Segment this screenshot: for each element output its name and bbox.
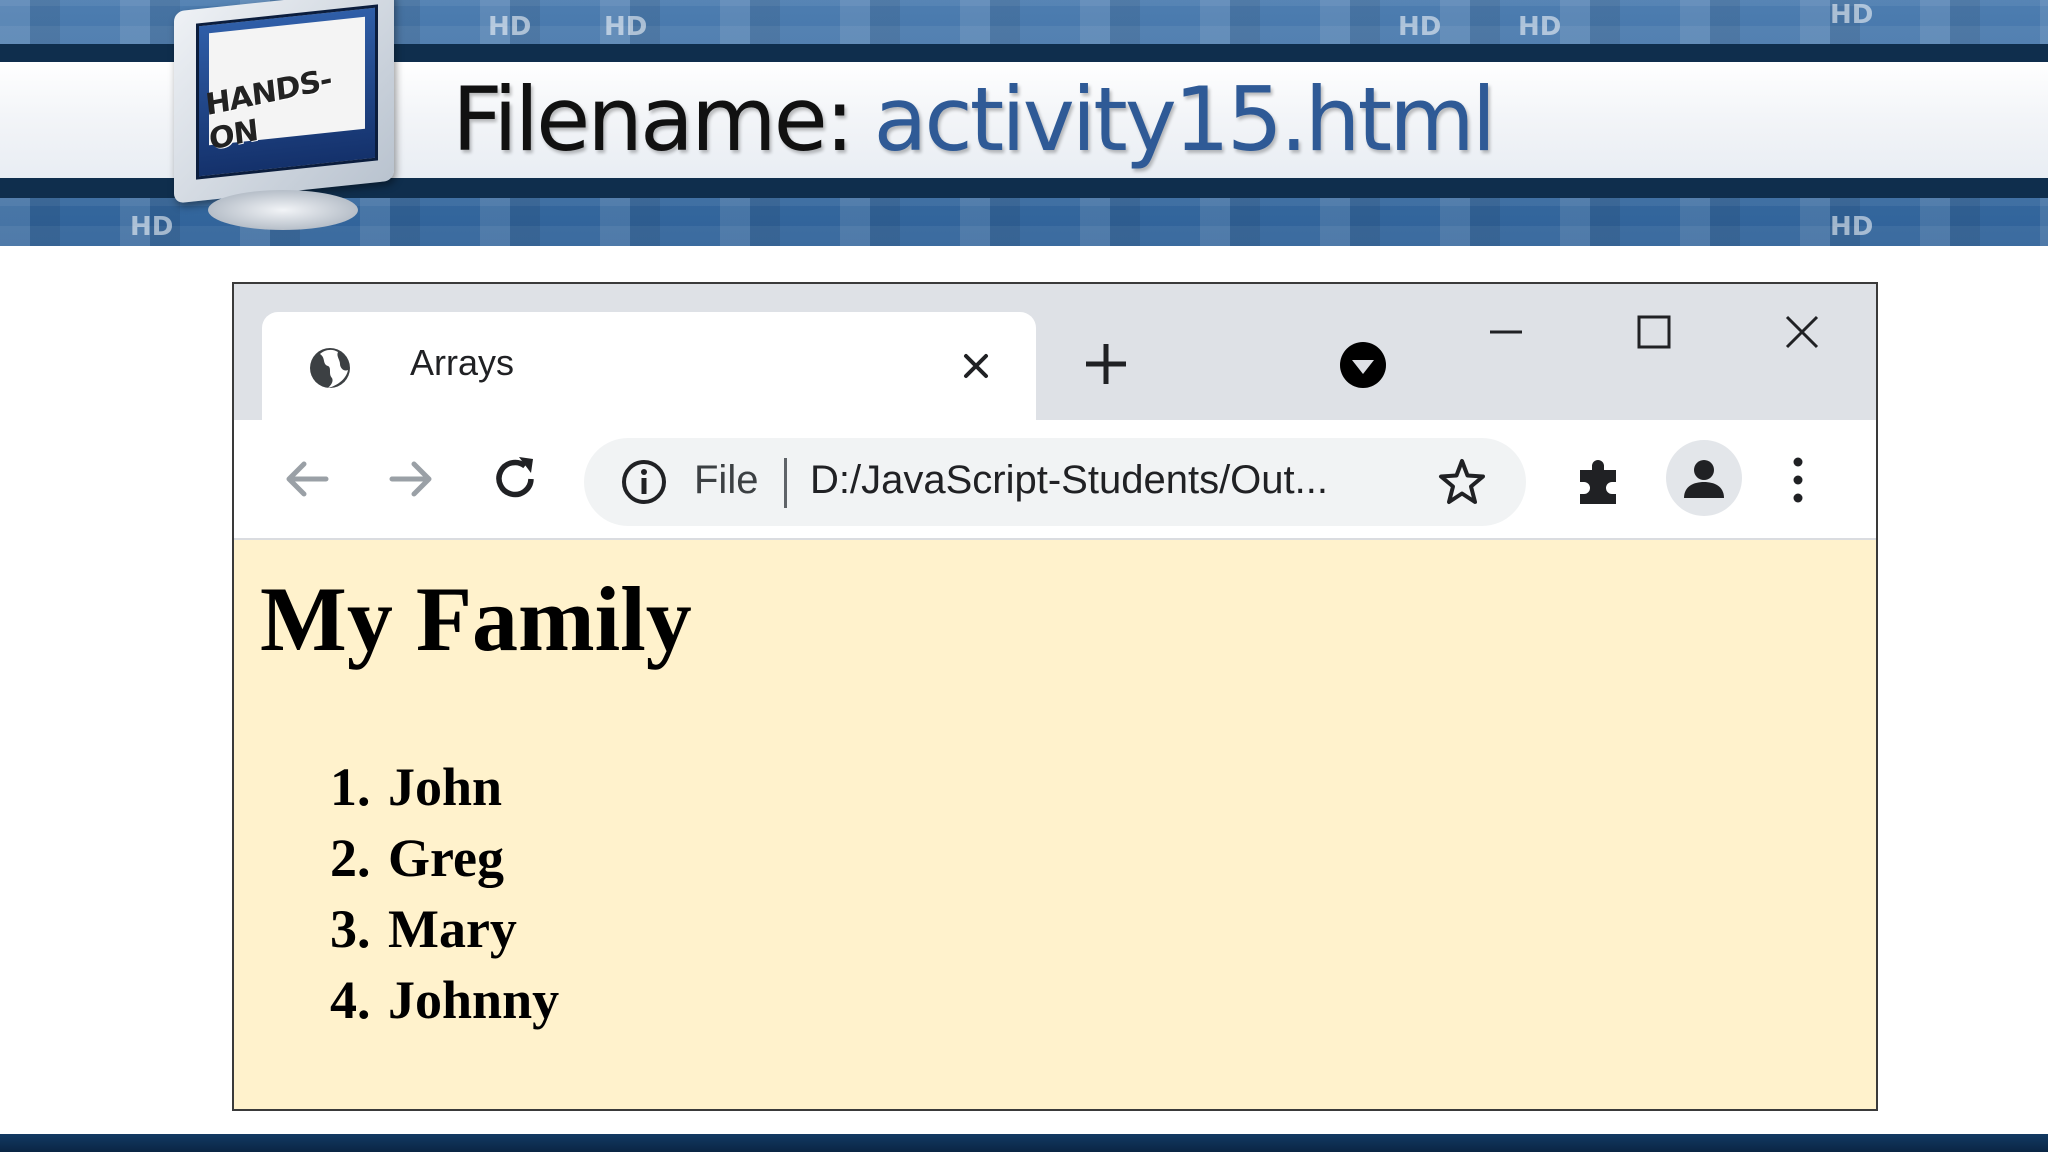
window-close-button[interactable]	[1770, 304, 1834, 360]
tab-arrays[interactable]: Arrays	[262, 312, 1036, 420]
globe-icon	[310, 348, 350, 388]
tab-strip: Arrays	[234, 284, 1876, 420]
list-item: 1. John	[234, 752, 502, 823]
tab-title: Arrays	[410, 342, 515, 383]
hd-watermark: HD	[1398, 12, 1442, 42]
family-list: 1. John 2. Greg 3. Mary 4. Johnny	[234, 752, 559, 1036]
close-icon	[1785, 315, 1819, 349]
bookmark-star-icon[interactable]	[1436, 456, 1488, 508]
url-separator	[784, 458, 787, 508]
browser-toolbar: File D:/JavaScript-Students/Out...	[234, 420, 1876, 540]
reload-icon	[496, 457, 534, 498]
hands-on-logo: HANDS-ON	[168, 0, 408, 240]
tab-close-button[interactable]	[952, 342, 1000, 390]
hd-watermark: HD	[1518, 12, 1562, 42]
url-text[interactable]: D:/JavaScript-Students/Out...	[810, 458, 1328, 503]
maximize-icon	[1637, 315, 1671, 349]
address-bar[interactable]: File D:/JavaScript-Students/Out...	[584, 438, 1526, 526]
forward-button[interactable]	[380, 448, 442, 510]
slide-banner: HD HD HD HD HD HD HD HANDS-ON Filename: …	[0, 0, 2048, 246]
tab-search-button[interactable]	[1338, 340, 1388, 390]
list-item-name: Johnny	[388, 970, 560, 1030]
list-item: 4. Johnny	[234, 965, 559, 1036]
page-viewport: My Family 1. John 2. Greg 3. Mary 4. Joh…	[234, 540, 1876, 1109]
kebab-menu-icon[interactable]	[1778, 452, 1818, 508]
extensions-puzzle-icon[interactable]	[1572, 452, 1628, 508]
forward-arrow-icon	[389, 461, 432, 497]
slide-footer-bar	[0, 1134, 2048, 1152]
list-item-name: Mary	[388, 899, 517, 959]
hd-watermark: HD	[130, 212, 174, 242]
slide-title: Filename: activity15.html	[452, 64, 1496, 174]
monitor-stand	[208, 190, 358, 230]
profile-icon	[1684, 460, 1724, 498]
slide-title-label: Filename:	[452, 67, 854, 171]
list-item-name: Greg	[388, 828, 504, 888]
back-button[interactable]	[276, 448, 338, 510]
page-heading: My Family	[260, 568, 692, 670]
list-item: 2. Greg	[234, 823, 504, 894]
hd-watermark: HD	[488, 12, 532, 42]
info-icon[interactable]	[620, 458, 668, 506]
new-tab-button[interactable]	[1080, 338, 1132, 390]
list-item: 3. Mary	[234, 894, 517, 965]
window-maximize-button[interactable]	[1622, 304, 1686, 360]
url-scheme-label: File	[694, 458, 759, 502]
browser-window: Arrays File D:/JavaScript-Students/Out..…	[232, 282, 1878, 1111]
window-minimize-button[interactable]	[1474, 304, 1538, 360]
hd-watermark: HD	[1830, 212, 1874, 242]
hd-watermark: HD	[604, 12, 648, 42]
back-arrow-icon	[286, 461, 329, 497]
reload-button[interactable]	[484, 448, 546, 510]
minimize-icon	[1490, 330, 1522, 334]
list-item-name: John	[388, 757, 503, 817]
hd-watermark: HD	[1830, 0, 1874, 30]
slide-title-filename: activity15.html	[873, 67, 1496, 171]
profile-button[interactable]	[1666, 440, 1742, 516]
close-icon	[964, 354, 988, 378]
monitor-screen: HANDS-ON	[196, 4, 378, 180]
